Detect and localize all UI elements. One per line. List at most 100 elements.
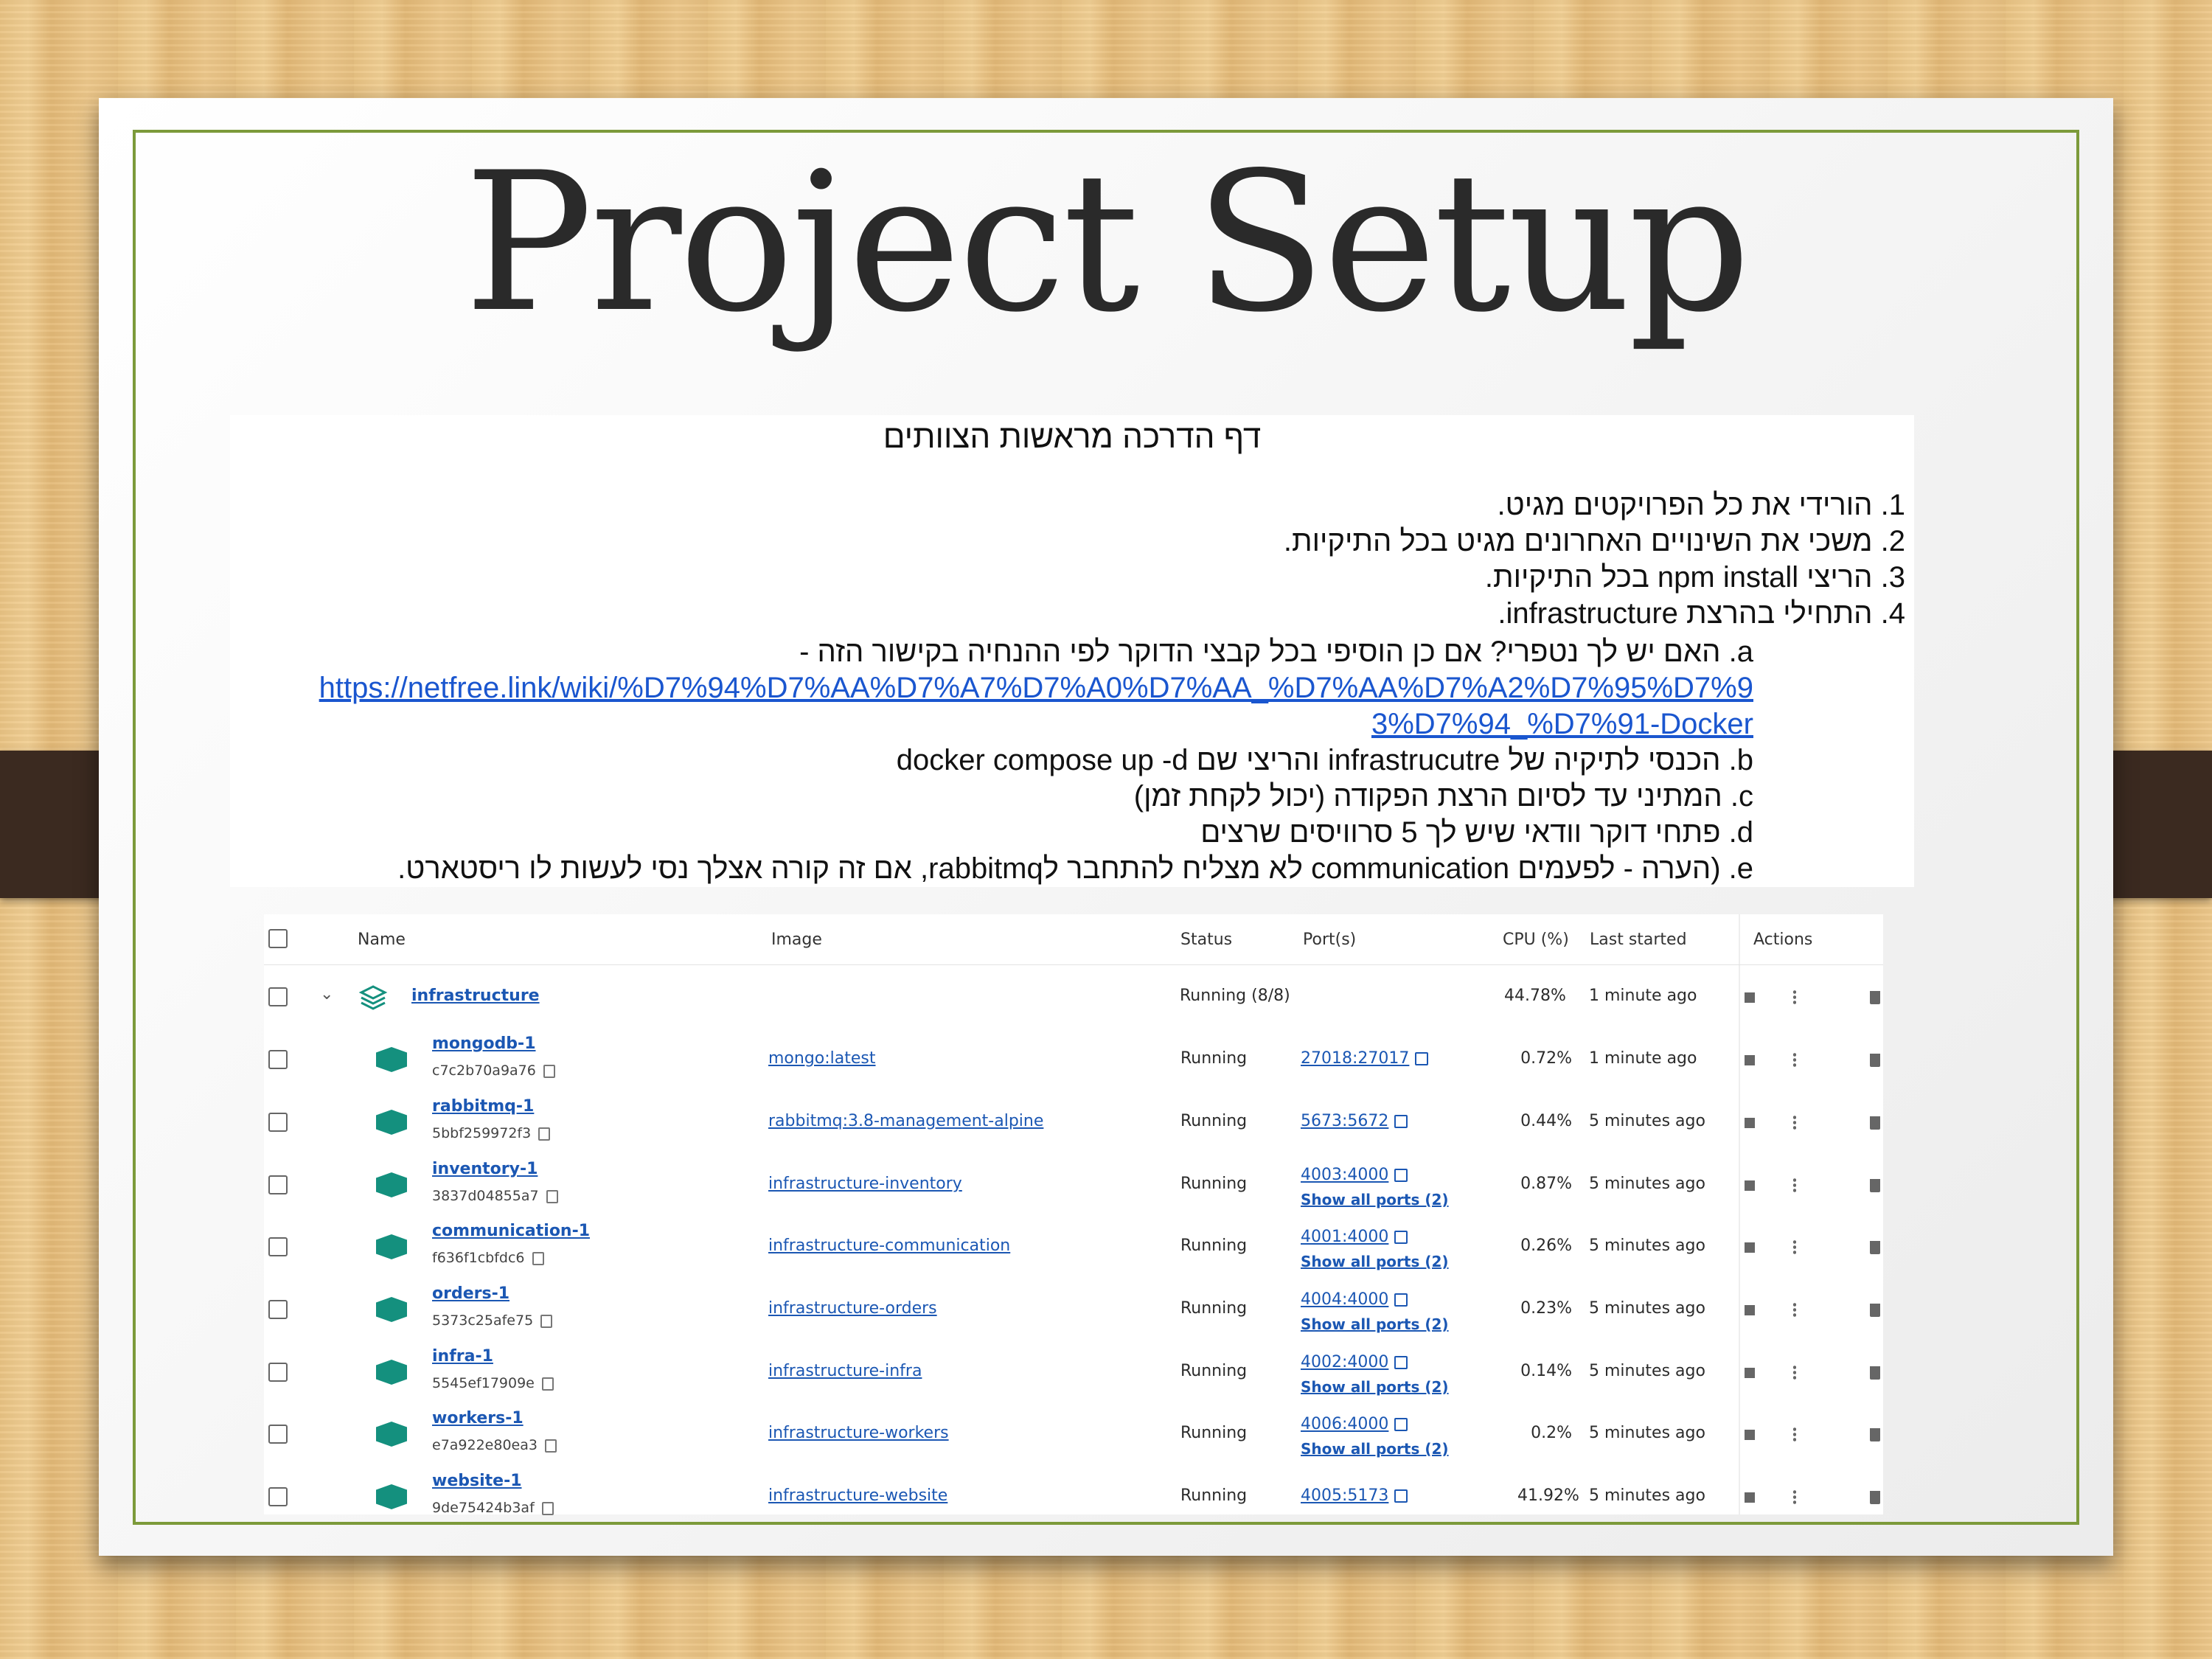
image-link[interactable]: infrastructure-communication [768, 1237, 1010, 1255]
trash-icon[interactable] [1870, 1116, 1880, 1130]
netfree-link-line-1[interactable]: https://netfree.link/wiki/%D7%94%D7%AA%D… [319, 670, 1753, 706]
header-image[interactable]: Image [771, 931, 822, 949]
more-options-icon[interactable] [1793, 1302, 1796, 1318]
copy-icon[interactable] [543, 1064, 555, 1078]
container-name-link[interactable]: orders-1 [432, 1284, 509, 1303]
image-link[interactable]: rabbitmq:3.8-management-alpine [768, 1112, 1043, 1130]
more-options-icon[interactable] [1793, 1365, 1796, 1381]
copy-icon[interactable] [541, 1377, 554, 1391]
trash-icon[interactable] [1870, 1179, 1880, 1192]
more-options-icon[interactable] [1793, 1178, 1796, 1194]
more-options-icon[interactable] [1793, 1489, 1796, 1506]
header-name[interactable]: Name [358, 931, 406, 949]
copy-icon[interactable] [532, 1251, 544, 1265]
external-link-icon[interactable] [1394, 1418, 1408, 1431]
container-name-link[interactable]: rabbitmq-1 [432, 1097, 534, 1116]
port-link[interactable]: 4003:4000 [1301, 1166, 1388, 1184]
port-link[interactable]: 27018:27017 [1301, 1049, 1409, 1068]
group-checkbox[interactable] [268, 987, 288, 1006]
external-link-icon[interactable] [1394, 1356, 1408, 1369]
stop-icon[interactable] [1745, 1430, 1755, 1440]
container-checkbox[interactable] [268, 1300, 288, 1319]
more-options-icon[interactable] [1793, 990, 1796, 1006]
trash-icon[interactable] [1870, 1054, 1880, 1067]
external-link-icon[interactable] [1394, 1293, 1408, 1307]
stop-icon[interactable] [1745, 1305, 1755, 1315]
container-row[interactable]: communication-1 f636f1cbfdc6 infrastructur… [264, 1216, 1883, 1279]
copy-icon[interactable] [541, 1501, 554, 1515]
trash-icon[interactable] [1870, 1428, 1880, 1441]
port-link[interactable]: 4006:4000 [1301, 1415, 1388, 1433]
stop-icon[interactable] [1745, 1055, 1755, 1065]
more-options-icon[interactable] [1793, 1115, 1796, 1131]
more-options-icon[interactable] [1793, 1427, 1796, 1443]
port-link[interactable]: 4005:5173 [1301, 1486, 1388, 1505]
container-name-link[interactable]: infra-1 [432, 1347, 493, 1366]
stop-icon[interactable] [1745, 1368, 1755, 1378]
show-all-ports-link[interactable]: Show all ports (2) [1301, 1315, 1449, 1333]
container-checkbox[interactable] [268, 1487, 288, 1506]
image-link[interactable]: infrastructure-website [768, 1486, 947, 1505]
select-all-checkbox[interactable] [268, 929, 288, 948]
container-row[interactable]: infra-1 5545ef17909e infrastructure-infra R… [264, 1341, 1883, 1404]
trash-icon[interactable] [1870, 991, 1880, 1004]
stop-icon[interactable] [1745, 1118, 1755, 1128]
more-options-icon[interactable] [1793, 1052, 1796, 1068]
container-checkbox[interactable] [268, 1363, 288, 1382]
image-link[interactable]: mongo:latest [768, 1049, 876, 1068]
stop-icon[interactable] [1745, 1242, 1755, 1253]
header-status[interactable]: Status [1180, 931, 1232, 949]
header-last-started[interactable]: Last started [1590, 931, 1687, 949]
container-name-link[interactable]: website-1 [432, 1472, 522, 1490]
chevron-down-icon[interactable]: ⌄ [320, 985, 333, 1004]
image-link[interactable]: infrastructure-orders [768, 1299, 937, 1318]
container-row[interactable]: website-1 9de75424b3af infrastructure-webs… [264, 1466, 1883, 1528]
netfree-link-line-2[interactable]: 3%D7%94_%D7%91-Docker [319, 706, 1753, 742]
stop-icon[interactable] [1745, 992, 1755, 1003]
external-link-icon[interactable] [1415, 1052, 1429, 1065]
port-link[interactable]: 5673:5672 [1301, 1112, 1388, 1130]
header-cpu[interactable]: CPU (%) [1503, 931, 1569, 949]
container-row[interactable]: inventory-1 3837d04855a7 infrastructure-in… [264, 1154, 1883, 1217]
trash-icon[interactable] [1870, 1304, 1880, 1317]
container-row[interactable]: mongodb-1 c7c2b70a9a76 mongo:latest Running… [264, 1029, 1883, 1091]
trash-icon[interactable] [1870, 1491, 1880, 1504]
port-link[interactable]: 4001:4000 [1301, 1228, 1388, 1246]
more-options-icon[interactable] [1793, 1239, 1796, 1256]
container-checkbox[interactable] [268, 1425, 288, 1444]
container-checkbox[interactable] [268, 1237, 288, 1256]
image-link[interactable]: infrastructure-inventory [768, 1175, 962, 1193]
external-link-icon[interactable] [1394, 1115, 1408, 1128]
show-all-ports-link[interactable]: Show all ports (2) [1301, 1191, 1449, 1208]
container-checkbox[interactable] [268, 1050, 288, 1069]
header-ports[interactable]: Port(s) [1303, 931, 1356, 949]
container-name-link[interactable]: mongodb-1 [432, 1034, 536, 1053]
image-link[interactable]: infrastructure-infra [768, 1362, 922, 1380]
container-name-link[interactable]: communication-1 [432, 1222, 590, 1240]
external-link-icon[interactable] [1394, 1489, 1408, 1503]
container-name-link[interactable]: workers-1 [432, 1409, 524, 1427]
port-link[interactable]: 4004:4000 [1301, 1290, 1388, 1309]
trash-icon[interactable] [1870, 1241, 1880, 1254]
stop-icon[interactable] [1745, 1492, 1755, 1503]
stop-icon[interactable] [1745, 1180, 1755, 1191]
copy-icon[interactable] [546, 1189, 558, 1203]
external-link-icon[interactable] [1394, 1169, 1408, 1182]
copy-icon[interactable] [540, 1314, 553, 1328]
port-link[interactable]: 4002:4000 [1301, 1353, 1388, 1371]
show-all-ports-link[interactable]: Show all ports (2) [1301, 1378, 1449, 1396]
container-checkbox[interactable] [268, 1175, 288, 1194]
group-name-link[interactable]: infrastructure [411, 987, 540, 1005]
copy-icon[interactable] [544, 1439, 557, 1453]
image-link[interactable]: infrastructure-workers [768, 1424, 949, 1442]
container-row[interactable]: orders-1 5373c25afe75 infrastructure-order… [264, 1279, 1883, 1341]
copy-icon[interactable] [538, 1127, 551, 1141]
container-checkbox[interactable] [268, 1113, 288, 1132]
container-row[interactable]: rabbitmq-1 5bbf259972f3 rabbitmq:3.8-manag… [264, 1091, 1883, 1154]
container-name-link[interactable]: inventory-1 [432, 1160, 538, 1178]
show-all-ports-link[interactable]: Show all ports (2) [1301, 1440, 1449, 1458]
group-row[interactable]: ⌄ infrastructure Running (8/8) 44.78% 1 … [264, 966, 1883, 1029]
show-all-ports-link[interactable]: Show all ports (2) [1301, 1253, 1449, 1270]
trash-icon[interactable] [1870, 1366, 1880, 1380]
external-link-icon[interactable] [1394, 1231, 1408, 1244]
